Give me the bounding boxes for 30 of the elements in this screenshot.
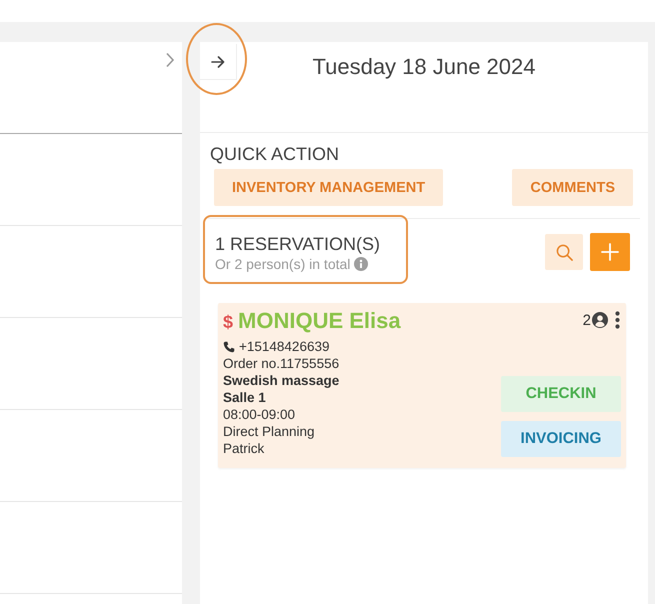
- room-name: Salle 1: [223, 389, 267, 406]
- quick-action-button[interactable]: INVENTORY MANAGEMENT: [214, 169, 444, 206]
- chevron-right-icon[interactable]: [165, 52, 175, 68]
- time-range: 08:00-09:00: [223, 406, 296, 423]
- booking-source: Direct Planning: [223, 423, 316, 440]
- phone-number[interactable]: +15148426639: [239, 338, 330, 355]
- section-title: QUICK ACTION: [210, 143, 340, 165]
- date-title: Tuesday 18 June 2024: [311, 54, 537, 80]
- info-icon[interactable]: [354, 257, 368, 271]
- plus-icon: [601, 243, 619, 261]
- add-button[interactable]: [590, 233, 630, 271]
- search-icon: [556, 244, 572, 260]
- reservation-card[interactable]: $ MONIQUE Elisa +15148426639 Order no.11755556 Swedish massage Salle 1 08:00-09:00 Direct Planning Patrick 2 CHECKIN INVOICING: [218, 303, 626, 468]
- collapse-button[interactable]: [200, 44, 237, 80]
- staff-name: Patrick: [223, 440, 266, 457]
- user-circle-icon: [592, 312, 608, 328]
- checkin-button[interactable]: CHECKIN: [501, 376, 621, 412]
- reservation-count: 1 RESERVATION(S): [215, 233, 380, 255]
- dollar-sign: $: [223, 311, 234, 334]
- order-number: Order no.11755556: [223, 355, 340, 372]
- search-button[interactable]: [545, 234, 583, 270]
- arrow-right-icon: [211, 56, 225, 68]
- more-options-icon[interactable]: [615, 311, 620, 329]
- invoicing-button[interactable]: INVOICING: [501, 421, 621, 457]
- client-name[interactable]: MONIQUE Elisa: [238, 307, 401, 334]
- quick-action-button[interactable]: COMMENTS: [512, 169, 633, 206]
- person-count: 2: [582, 312, 591, 328]
- phone-icon: [223, 340, 235, 352]
- persons-summary: Or 2 person(s) in total: [215, 256, 350, 272]
- service-name: Swedish massage: [223, 372, 340, 389]
